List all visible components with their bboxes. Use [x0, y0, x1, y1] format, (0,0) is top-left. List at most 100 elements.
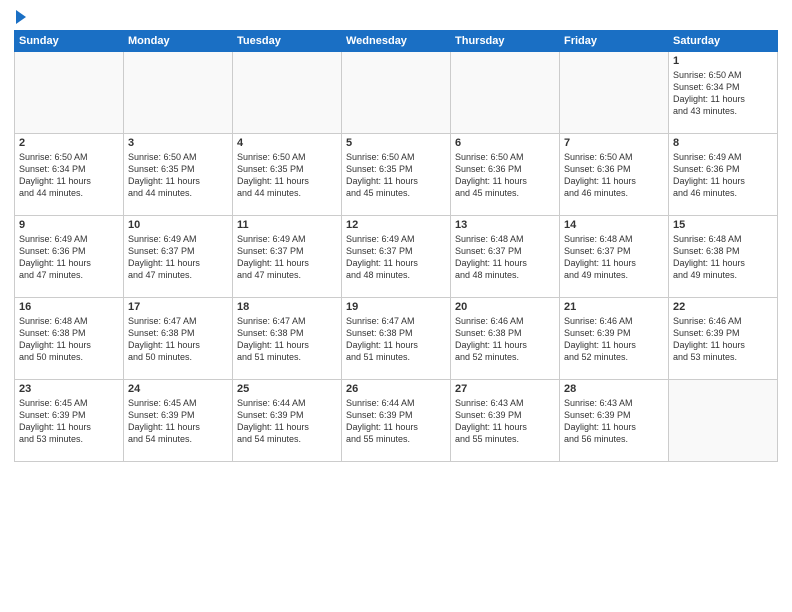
- day-number: 11: [237, 219, 337, 231]
- day-number: 26: [346, 383, 446, 395]
- header: [14, 10, 778, 24]
- calendar-cell: 25 Sunrise: 6:44 AM Sunset: 6:39 PM Dayli…: [233, 380, 342, 462]
- calendar-table: SundayMondayTuesdayWednesdayThursdayFrid…: [14, 30, 778, 462]
- day-number: 28: [564, 383, 664, 395]
- calendar-cell: 16 Sunrise: 6:48 AM Sunset: 6:38 PM Dayli…: [15, 298, 124, 380]
- calendar-header-wednesday: Wednesday: [342, 31, 451, 52]
- day-number: 14: [564, 219, 664, 231]
- day-info: Sunrise: 6:47 AM Sunset: 6:38 PM Dayligh…: [346, 315, 446, 364]
- day-number: 16: [19, 301, 119, 313]
- calendar-cell: [15, 52, 124, 134]
- day-number: 10: [128, 219, 228, 231]
- calendar-cell: 18 Sunrise: 6:47 AM Sunset: 6:38 PM Dayli…: [233, 298, 342, 380]
- calendar-header-saturday: Saturday: [669, 31, 778, 52]
- calendar-cell: 7 Sunrise: 6:50 AM Sunset: 6:36 PM Daylig…: [560, 134, 669, 216]
- calendar-cell: 22 Sunrise: 6:46 AM Sunset: 6:39 PM Dayli…: [669, 298, 778, 380]
- calendar-week-4: 16 Sunrise: 6:48 AM Sunset: 6:38 PM Dayli…: [15, 298, 778, 380]
- calendar-cell: 24 Sunrise: 6:45 AM Sunset: 6:39 PM Dayli…: [124, 380, 233, 462]
- calendar-cell: 17 Sunrise: 6:47 AM Sunset: 6:38 PM Dayli…: [124, 298, 233, 380]
- day-info: Sunrise: 6:50 AM Sunset: 6:34 PM Dayligh…: [673, 69, 773, 118]
- day-info: Sunrise: 6:49 AM Sunset: 6:37 PM Dayligh…: [128, 233, 228, 282]
- calendar-cell: 14 Sunrise: 6:48 AM Sunset: 6:37 PM Dayli…: [560, 216, 669, 298]
- calendar-week-5: 23 Sunrise: 6:45 AM Sunset: 6:39 PM Dayli…: [15, 380, 778, 462]
- day-info: Sunrise: 6:50 AM Sunset: 6:36 PM Dayligh…: [455, 151, 555, 200]
- calendar-cell: 4Sunrise: 6:50 AM Sunset: 6:35 PM Daylig…: [233, 134, 342, 216]
- day-info: Sunrise: 6:50 AM Sunset: 6:36 PM Dayligh…: [564, 151, 664, 200]
- logo-triangle-icon: [16, 10, 26, 24]
- day-number: 13: [455, 219, 555, 231]
- calendar-header-sunday: Sunday: [15, 31, 124, 52]
- calendar-cell: 10 Sunrise: 6:49 AM Sunset: 6:37 PM Dayli…: [124, 216, 233, 298]
- day-info: Sunrise: 6:46 AM Sunset: 6:39 PM Dayligh…: [564, 315, 664, 364]
- day-info: Sunrise: 6:48 AM Sunset: 6:38 PM Dayligh…: [19, 315, 119, 364]
- day-info: Sunrise: 6:49 AM Sunset: 6:36 PM Dayligh…: [673, 151, 773, 200]
- day-number: 5: [346, 137, 446, 149]
- calendar-cell: 3 Sunrise: 6:50 AM Sunset: 6:35 PM Daylig…: [124, 134, 233, 216]
- logo: [14, 10, 26, 24]
- calendar-header-row: SundayMondayTuesdayWednesdayThursdayFrid…: [15, 31, 778, 52]
- calendar-cell: 19 Sunrise: 6:47 AM Sunset: 6:38 PM Dayli…: [342, 298, 451, 380]
- calendar-cell: 8 Sunrise: 6:49 AM Sunset: 6:36 PM Daylig…: [669, 134, 778, 216]
- calendar-week-1: 1Sunrise: 6:50 AM Sunset: 6:34 PM Daylig…: [15, 52, 778, 134]
- calendar-cell: 20 Sunrise: 6:46 AM Sunset: 6:38 PM Dayli…: [451, 298, 560, 380]
- day-info: Sunrise: 6:45 AM Sunset: 6:39 PM Dayligh…: [128, 397, 228, 446]
- day-number: 22: [673, 301, 773, 313]
- calendar-cell: 15Sunrise: 6:48 AM Sunset: 6:38 PM Dayli…: [669, 216, 778, 298]
- day-number: 25: [237, 383, 337, 395]
- calendar-cell: 13 Sunrise: 6:48 AM Sunset: 6:37 PM Dayli…: [451, 216, 560, 298]
- day-info: Sunrise: 6:48 AM Sunset: 6:37 PM Dayligh…: [455, 233, 555, 282]
- day-info: Sunrise: 6:43 AM Sunset: 6:39 PM Dayligh…: [455, 397, 555, 446]
- day-info: Sunrise: 6:45 AM Sunset: 6:39 PM Dayligh…: [19, 397, 119, 446]
- day-number: 19: [346, 301, 446, 313]
- day-info: Sunrise: 6:44 AM Sunset: 6:39 PM Dayligh…: [237, 397, 337, 446]
- day-info: Sunrise: 6:49 AM Sunset: 6:36 PM Dayligh…: [19, 233, 119, 282]
- calendar-header-thursday: Thursday: [451, 31, 560, 52]
- day-number: 23: [19, 383, 119, 395]
- calendar-cell: 11 Sunrise: 6:49 AM Sunset: 6:37 PM Dayli…: [233, 216, 342, 298]
- calendar-cell: 2Sunrise: 6:50 AM Sunset: 6:34 PM Daylig…: [15, 134, 124, 216]
- day-number: 24: [128, 383, 228, 395]
- day-number: 12: [346, 219, 446, 231]
- calendar-cell: 21 Sunrise: 6:46 AM Sunset: 6:39 PM Dayli…: [560, 298, 669, 380]
- day-info: Sunrise: 6:49 AM Sunset: 6:37 PM Dayligh…: [237, 233, 337, 282]
- day-number: 6: [455, 137, 555, 149]
- day-info: Sunrise: 6:44 AM Sunset: 6:39 PM Dayligh…: [346, 397, 446, 446]
- calendar-cell: [124, 52, 233, 134]
- calendar-cell: [451, 52, 560, 134]
- calendar-week-3: 9 Sunrise: 6:49 AM Sunset: 6:36 PM Daylig…: [15, 216, 778, 298]
- day-number: 4: [237, 137, 337, 149]
- day-info: Sunrise: 6:50 AM Sunset: 6:35 PM Dayligh…: [346, 151, 446, 200]
- day-number: 18: [237, 301, 337, 313]
- day-number: 21: [564, 301, 664, 313]
- day-info: Sunrise: 6:48 AM Sunset: 6:37 PM Dayligh…: [564, 233, 664, 282]
- day-info: Sunrise: 6:47 AM Sunset: 6:38 PM Dayligh…: [128, 315, 228, 364]
- page: SundayMondayTuesdayWednesdayThursdayFrid…: [0, 0, 792, 612]
- day-info: Sunrise: 6:48 AM Sunset: 6:38 PM Dayligh…: [673, 233, 773, 282]
- calendar-header-monday: Monday: [124, 31, 233, 52]
- day-number: 7: [564, 137, 664, 149]
- calendar-header-tuesday: Tuesday: [233, 31, 342, 52]
- day-number: 3: [128, 137, 228, 149]
- calendar-cell: [342, 52, 451, 134]
- day-info: Sunrise: 6:50 AM Sunset: 6:35 PM Dayligh…: [128, 151, 228, 200]
- day-number: 8: [673, 137, 773, 149]
- day-info: Sunrise: 6:46 AM Sunset: 6:38 PM Dayligh…: [455, 315, 555, 364]
- calendar-cell: 12 Sunrise: 6:49 AM Sunset: 6:37 PM Dayli…: [342, 216, 451, 298]
- day-info: Sunrise: 6:47 AM Sunset: 6:38 PM Dayligh…: [237, 315, 337, 364]
- day-info: Sunrise: 6:46 AM Sunset: 6:39 PM Dayligh…: [673, 315, 773, 364]
- day-number: 17: [128, 301, 228, 313]
- calendar-cell: 9 Sunrise: 6:49 AM Sunset: 6:36 PM Daylig…: [15, 216, 124, 298]
- calendar-cell: 1Sunrise: 6:50 AM Sunset: 6:34 PM Daylig…: [669, 52, 778, 134]
- day-info: Sunrise: 6:43 AM Sunset: 6:39 PM Dayligh…: [564, 397, 664, 446]
- calendar-week-2: 2Sunrise: 6:50 AM Sunset: 6:34 PM Daylig…: [15, 134, 778, 216]
- day-info: Sunrise: 6:49 AM Sunset: 6:37 PM Dayligh…: [346, 233, 446, 282]
- calendar-cell: 27Sunrise: 6:43 AM Sunset: 6:39 PM Dayli…: [451, 380, 560, 462]
- calendar-cell: 6 Sunrise: 6:50 AM Sunset: 6:36 PM Daylig…: [451, 134, 560, 216]
- day-number: 9: [19, 219, 119, 231]
- calendar-cell: [233, 52, 342, 134]
- day-number: 20: [455, 301, 555, 313]
- day-number: 2: [19, 137, 119, 149]
- calendar-cell: 28 Sunrise: 6:43 AM Sunset: 6:39 PM Dayli…: [560, 380, 669, 462]
- calendar-cell: 5 Sunrise: 6:50 AM Sunset: 6:35 PM Daylig…: [342, 134, 451, 216]
- calendar-cell: [560, 52, 669, 134]
